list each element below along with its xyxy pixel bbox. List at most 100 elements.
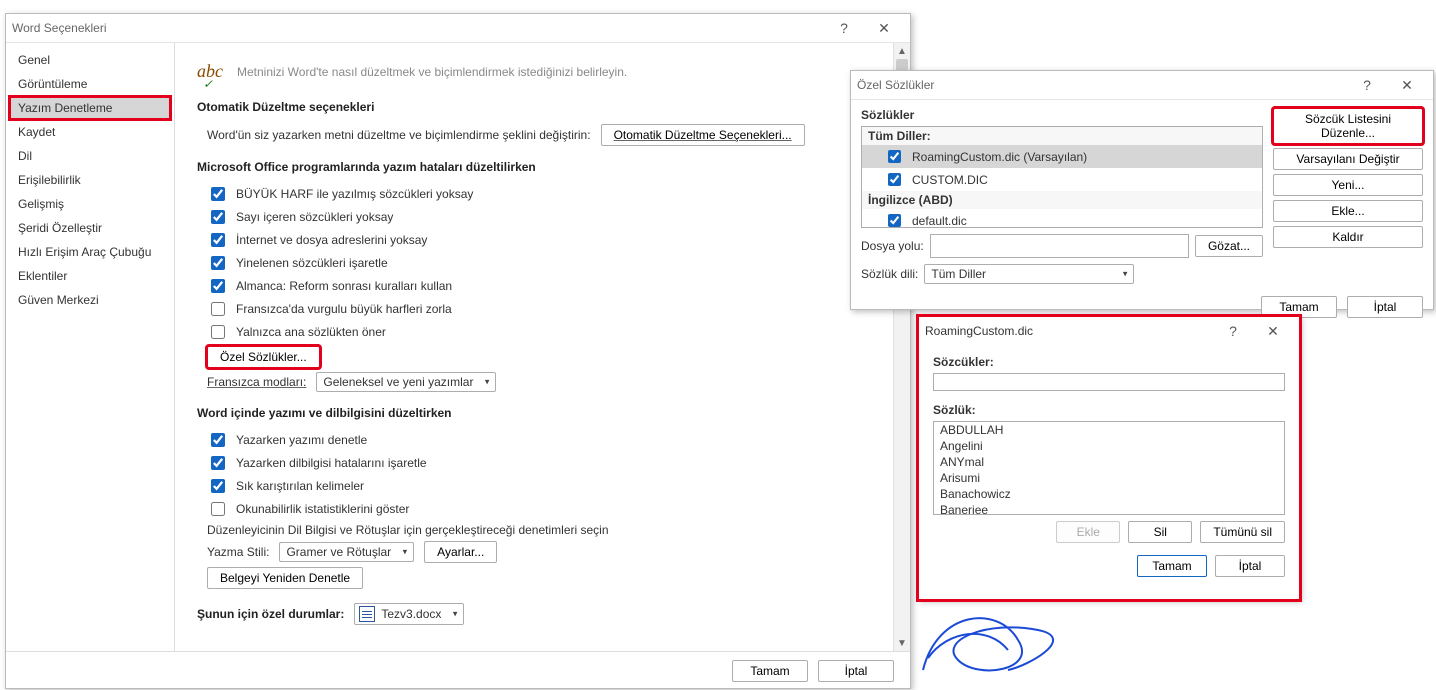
list-item[interactable]: Banachowicz bbox=[934, 486, 1284, 502]
dict-language-label: Sözlük dili: bbox=[861, 267, 918, 281]
word-options-title: Word Seçenekleri bbox=[12, 21, 824, 35]
nav-item-qat[interactable]: Hızlı Erişim Araç Çubuğu bbox=[10, 241, 170, 263]
chk-french-uppercase[interactable]: Fransızca'da vurgulu büyük harfleri zorl… bbox=[207, 299, 871, 319]
chk-main-dict-only[interactable]: Yalnızca ana sözlükten öner bbox=[207, 322, 871, 342]
dict-item-custom[interactable]: CUSTOM.DIC bbox=[862, 168, 1262, 191]
chk-flag-repeated[interactable]: Yinelenen sözcükleri işaretle bbox=[207, 253, 871, 273]
roaming-custom-dic-dialog: RoamingCustom.dic ? ✕ Sözcükler: Sözlük:… bbox=[918, 316, 1300, 600]
dictionary-label: Sözlük: bbox=[933, 403, 1285, 417]
chevron-down-icon: ▾ bbox=[403, 547, 408, 558]
french-modes-select[interactable]: Geleneksel ve yeni yazımlar ▾ bbox=[316, 372, 496, 392]
chk-german-reform[interactable]: Almanca: Reform sonrası kuralları kullan bbox=[207, 276, 871, 296]
chk-ignore-uppercase[interactable]: BÜYÜK HARF ile yazılmış sözcükleri yoksa… bbox=[207, 184, 871, 204]
nav-item-general[interactable]: Genel bbox=[10, 49, 170, 71]
new-dictionary-button[interactable]: Yeni... bbox=[1273, 174, 1423, 196]
list-item[interactable]: Angelini bbox=[934, 438, 1284, 454]
french-modes-label: Fransızca modları: bbox=[207, 375, 306, 389]
nav-item-customize-ribbon[interactable]: Şeridi Özelleştir bbox=[10, 217, 170, 239]
nav-item-language[interactable]: Dil bbox=[10, 145, 170, 167]
dict-group-all: Tüm Diller: bbox=[862, 127, 1262, 145]
ok-button[interactable]: Tamam bbox=[1261, 296, 1337, 318]
nav-item-accessibility[interactable]: Erişilebilirlik bbox=[10, 169, 170, 191]
dictionaries-list-header: Sözlükler bbox=[861, 108, 1263, 122]
close-icon[interactable]: ✕ bbox=[864, 15, 904, 41]
chk-ignore-urls[interactable]: İnternet ve dosya adreslerini yoksay bbox=[207, 230, 871, 250]
chk-readability-stats[interactable]: Okunabilirlik istatistiklerini göster bbox=[207, 499, 871, 519]
dictionary-listbox[interactable]: ABDULLAH Angelini ANYmal Arisumi Banacho… bbox=[933, 421, 1285, 515]
chevron-down-icon: ▾ bbox=[1123, 269, 1128, 280]
ink-scribble bbox=[918, 600, 1118, 686]
options-footer: Tamam İptal bbox=[6, 651, 910, 690]
nav-item-advanced[interactable]: Gelişmiş bbox=[10, 193, 170, 215]
recheck-document-button[interactable]: Belgeyi Yeniden Denetle bbox=[207, 567, 363, 589]
close-icon[interactable]: ✕ bbox=[1387, 72, 1427, 98]
words-input[interactable] bbox=[933, 373, 1285, 391]
custom-dictionaries-dialog: Özel Sözlükler ? ✕ Sözlükler Tüm Diller:… bbox=[850, 70, 1434, 310]
cancel-button[interactable]: İptal bbox=[1347, 296, 1423, 318]
dict-item-roaming[interactable]: RoamingCustom.dic (Varsayılan) bbox=[862, 145, 1262, 168]
dict-language-select[interactable]: Tüm Diller ▾ bbox=[924, 264, 1134, 284]
delete-word-button[interactable]: Sil bbox=[1128, 521, 1192, 543]
intro-text: Metninizi Word'te nasıl düzeltmek ve biç… bbox=[237, 65, 627, 79]
change-default-button[interactable]: Varsayılanı Değiştir bbox=[1273, 148, 1423, 170]
roaming-title: RoamingCustom.dic bbox=[925, 324, 1213, 338]
editor-checks-desc: Düzenleyicinin Dil Bilgisi ve Rötuşlar i… bbox=[207, 523, 871, 537]
exceptions-label: Şunun için özel durumlar: bbox=[197, 607, 344, 621]
chk-ignore-numbers[interactable]: Sayı içeren sözcükleri yoksay bbox=[207, 207, 871, 227]
help-icon[interactable]: ? bbox=[824, 15, 864, 41]
browse-button[interactable]: Gözat... bbox=[1195, 235, 1263, 257]
word-document-icon bbox=[359, 606, 375, 622]
list-item[interactable]: ANYmal bbox=[934, 454, 1284, 470]
chk-confused-words[interactable]: Sık karıştırılan kelimeler bbox=[207, 476, 871, 496]
add-dictionary-button[interactable]: Ekle... bbox=[1273, 200, 1423, 222]
file-path-label: Dosya yolu: bbox=[861, 239, 924, 253]
dict-group-en: İngilizce (ABD) bbox=[862, 191, 1262, 209]
exceptions-document-select[interactable]: Tezv3.docx ▾ bbox=[354, 603, 464, 625]
dict-item-default-en[interactable]: default.dic bbox=[862, 209, 1262, 228]
ok-button[interactable]: Tamam bbox=[732, 660, 808, 682]
writing-style-select[interactable]: Gramer ve Rötuşlar ▾ bbox=[279, 542, 414, 562]
writing-style-settings-button[interactable]: Ayarlar... bbox=[424, 541, 497, 563]
section-spelling-office-head: Microsoft Office programlarında yazım ha… bbox=[197, 160, 871, 174]
options-content-pane: abc ✓ Metninizi Word'te nasıl düzeltmek … bbox=[175, 43, 893, 651]
chk-mark-grammar-type[interactable]: Yazarken dilbilgisi hatalarını işaretle bbox=[207, 453, 871, 473]
list-item[interactable]: ABDULLAH bbox=[934, 422, 1284, 438]
autocorrect-desc: Word'ün siz yazarken metni düzeltme ve b… bbox=[207, 128, 591, 142]
list-item[interactable]: Banerjee bbox=[934, 502, 1284, 515]
autocorrect-options-button[interactable]: Otomatik Düzeltme Seçenekleri... bbox=[601, 124, 805, 146]
abc-check-icon: abc ✓ bbox=[197, 61, 223, 82]
options-nav-sidebar: Genel Görüntüleme Yazım Denetleme Kaydet… bbox=[6, 43, 175, 651]
scroll-down-icon[interactable]: ▼ bbox=[894, 635, 910, 651]
background-document-ruler bbox=[910, 0, 1436, 70]
nav-item-save[interactable]: Kaydet bbox=[10, 121, 170, 143]
close-icon[interactable]: ✕ bbox=[1253, 318, 1293, 344]
delete-all-button[interactable]: Tümünü sil bbox=[1200, 521, 1285, 543]
chevron-down-icon: ▾ bbox=[485, 377, 490, 388]
cancel-button[interactable]: İptal bbox=[818, 660, 894, 682]
nav-item-display[interactable]: Görüntüleme bbox=[10, 73, 170, 95]
help-icon[interactable]: ? bbox=[1213, 318, 1253, 344]
help-icon[interactable]: ? bbox=[1347, 72, 1387, 98]
section-spelling-word-head: Word içinde yazımı ve dilbilgisini düzel… bbox=[197, 406, 871, 420]
nav-item-addins[interactable]: Eklentiler bbox=[10, 265, 170, 287]
writing-style-label: Yazma Stili: bbox=[207, 545, 269, 559]
nav-item-trust[interactable]: Güven Merkezi bbox=[10, 289, 170, 311]
section-autocorrect-head: Otomatik Düzeltme seçenekleri bbox=[197, 100, 871, 114]
cancel-button[interactable]: İptal bbox=[1215, 555, 1285, 577]
list-item[interactable]: Arisumi bbox=[934, 470, 1284, 486]
custom-dictionaries-button[interactable]: Özel Sözlükler... bbox=[207, 346, 320, 368]
scroll-up-icon[interactable]: ▲ bbox=[894, 43, 910, 59]
roaming-title-bar[interactable]: RoamingCustom.dic ? ✕ bbox=[919, 317, 1299, 345]
ok-button[interactable]: Tamam bbox=[1137, 555, 1207, 577]
nav-item-proofing[interactable]: Yazım Denetleme bbox=[10, 97, 170, 119]
edit-word-list-button[interactable]: Sözcük Listesini Düzenle... bbox=[1273, 108, 1423, 144]
custom-dicts-title-bar[interactable]: Özel Sözlükler ? ✕ bbox=[851, 71, 1433, 100]
chk-check-spelling-type[interactable]: Yazarken yazımı denetle bbox=[207, 430, 871, 450]
word-options-dialog: Word Seçenekleri ? ✕ Genel Görüntüleme Y… bbox=[5, 13, 911, 689]
remove-dictionary-button[interactable]: Kaldır bbox=[1273, 226, 1423, 248]
add-word-button[interactable]: Ekle bbox=[1056, 521, 1120, 543]
dictionaries-listbox[interactable]: Tüm Diller: RoamingCustom.dic (Varsayıla… bbox=[861, 126, 1263, 228]
chevron-down-icon: ▾ bbox=[453, 609, 458, 620]
file-path-input[interactable] bbox=[930, 234, 1189, 258]
word-options-title-bar[interactable]: Word Seçenekleri ? ✕ bbox=[6, 14, 910, 43]
